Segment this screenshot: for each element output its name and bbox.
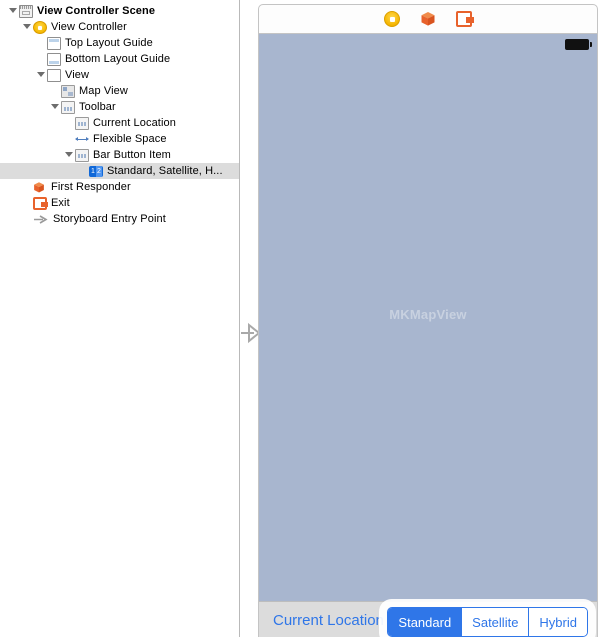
- toolbar-icon: [61, 100, 75, 114]
- outline-row[interactable]: View Controller: [0, 19, 239, 35]
- outline-row-label: View Controller: [51, 20, 127, 33]
- outline-row[interactable]: Bar Button Item: [0, 147, 239, 163]
- segmented-control-icon: 12: [89, 165, 103, 177]
- segment-hybrid[interactable]: Hybrid: [529, 608, 587, 636]
- device-screen[interactable]: MKMapView Current Location Standard Satel…: [258, 34, 598, 637]
- outline-row-label: Exit: [51, 196, 70, 209]
- disclosure-triangle-icon[interactable]: [22, 19, 33, 35]
- map-type-segmented-control[interactable]: Standard Satellite Hybrid: [387, 607, 588, 637]
- flexible-space-icon: [75, 133, 89, 146]
- outline-row-label: Standard, Satellite, H...: [107, 164, 223, 177]
- disclosure-triangle-icon[interactable]: [8, 3, 19, 19]
- outline-row-label: Map View: [79, 84, 128, 97]
- bar-button-item-icon: [75, 148, 89, 162]
- disclosure-triangle-icon[interactable]: [36, 67, 47, 83]
- storyboard-entry-point-icon: [33, 213, 49, 226]
- first-responder-icon: [33, 181, 47, 194]
- outline-row[interactable]: Storyboard Entry Point: [0, 211, 239, 227]
- view-controller-icon: [33, 20, 47, 34]
- segment-satellite[interactable]: Satellite: [462, 608, 530, 636]
- outline-row[interactable]: Toolbar: [0, 99, 239, 115]
- bottom-layout-guide-icon: [47, 52, 61, 66]
- exit-icon[interactable]: [456, 11, 474, 27]
- map-view-icon: [61, 84, 75, 98]
- scene-dock[interactable]: [258, 4, 598, 34]
- xcode-storyboard-editor: View Controller Scene View Controller Top …: [0, 0, 600, 637]
- outline-row-label: Bar Button Item: [93, 148, 171, 161]
- document-outline-tree[interactable]: View Controller Scene View Controller Top …: [0, 0, 239, 227]
- outline-row[interactable]: View Controller Scene: [0, 3, 239, 19]
- outline-row[interactable]: View: [0, 67, 239, 83]
- outline-row-label: Storyboard Entry Point: [53, 212, 166, 225]
- outline-row[interactable]: First Responder: [0, 179, 239, 195]
- view-icon: [47, 68, 61, 82]
- exit-icon: [33, 196, 48, 210]
- outline-row-label: View Controller Scene: [37, 4, 156, 17]
- outline-row-label: Toolbar: [79, 100, 116, 113]
- disclosure-triangle-icon[interactable]: [50, 99, 61, 115]
- bar-button-item-icon: [75, 116, 89, 130]
- outline-row[interactable]: Top Layout Guide: [0, 35, 239, 51]
- outline-row[interactable]: Map View: [0, 83, 239, 99]
- outline-row[interactable]: Bottom Layout Guide: [0, 51, 239, 67]
- outline-row-label: Bottom Layout Guide: [65, 52, 171, 65]
- outline-row[interactable]: Current Location: [0, 115, 239, 131]
- outline-row[interactable]: 1 2 Standard, Satellite, H...: [0, 163, 239, 179]
- map-view-placeholder-label: MKMapView: [389, 307, 467, 322]
- current-location-bar-button[interactable]: Current Location: [273, 612, 384, 629]
- toolbar[interactable]: Current Location Standard Satellite Hybrid: [259, 601, 597, 637]
- map-view[interactable]: MKMapView: [259, 34, 597, 595]
- document-outline-panel[interactable]: View Controller Scene View Controller Top …: [0, 0, 240, 637]
- outline-row[interactable]: Flexible Space: [0, 131, 239, 147]
- outline-row-label: Flexible Space: [93, 132, 167, 145]
- first-responder-icon[interactable]: [420, 11, 436, 27]
- outline-row-label: Current Location: [93, 116, 176, 129]
- storyboard-canvas[interactable]: MKMapView Current Location Standard Satel…: [240, 0, 600, 637]
- scene-icon: [19, 4, 33, 18]
- top-layout-guide-icon: [47, 36, 61, 50]
- segment-standard[interactable]: Standard: [388, 608, 463, 636]
- disclosure-triangle-icon[interactable]: [64, 147, 75, 163]
- outline-row-label: Top Layout Guide: [65, 36, 153, 49]
- view-controller-scene[interactable]: MKMapView Current Location Standard Satel…: [258, 4, 598, 637]
- outline-row[interactable]: Exit: [0, 195, 239, 211]
- outline-row-label: First Responder: [51, 180, 131, 193]
- outline-row-label: View: [65, 68, 90, 81]
- view-controller-icon[interactable]: [384, 11, 400, 27]
